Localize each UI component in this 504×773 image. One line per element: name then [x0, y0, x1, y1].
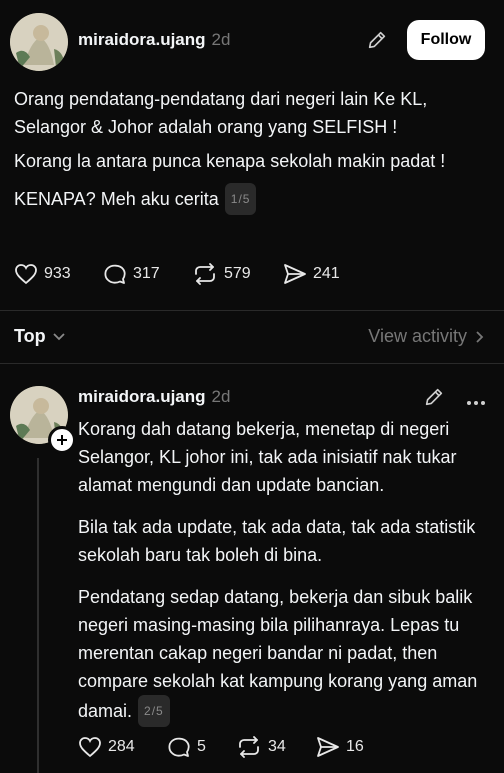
post-paragraph: Korang la antara punca kenapa sekolah ma…: [14, 151, 446, 171]
reply-header: miraidora.ujang 2d: [78, 387, 230, 407]
chevron-right-icon: [476, 330, 484, 343]
thread-line: [37, 458, 39, 773]
share-count: 241: [313, 265, 340, 282]
reply-count: 5: [197, 738, 206, 755]
thread-position-badge: 1/5: [224, 183, 257, 215]
ellipsis-icon[interactable]: [466, 393, 486, 411]
pencil-icon[interactable]: [366, 29, 388, 56]
reply-paragraph: Bila tak ada update, tak ada data, tak a…: [78, 517, 476, 565]
repost-count: 34: [268, 738, 286, 755]
repost-count: 579: [224, 265, 251, 282]
pencil-icon[interactable]: [423, 386, 445, 413]
sort-dropdown[interactable]: Top: [14, 326, 66, 347]
post-paragraph: KENAPA? Meh aku cerita: [14, 189, 219, 209]
divider: [0, 363, 504, 364]
reply-body: Korang dah datang bekerja, menetap di ne…: [78, 415, 490, 727]
divider: [0, 310, 504, 311]
heart-icon: [79, 737, 101, 758]
timestamp: 2d: [211, 30, 231, 49]
username[interactable]: miraidora.ujang: [78, 30, 206, 49]
reply-timestamp: 2d: [211, 387, 231, 406]
share-button[interactable]: 241: [283, 263, 340, 285]
repost-button[interactable]: 579: [192, 263, 251, 285]
send-icon: [317, 737, 339, 757]
heart-icon: [15, 264, 37, 285]
like-count: 933: [44, 265, 71, 282]
sort-label: Top: [14, 326, 46, 346]
post-header: miraidora.ujang 2d: [78, 30, 230, 50]
reply-like-button[interactable]: 284: [78, 736, 135, 758]
reply-username[interactable]: miraidora.ujang: [78, 387, 206, 406]
like-button[interactable]: 933: [14, 263, 71, 285]
send-icon: [284, 264, 306, 284]
reply-count: 317: [133, 265, 160, 282]
like-count: 284: [108, 738, 135, 755]
speech-bubble-icon: [104, 264, 126, 284]
repost-icon: [239, 736, 259, 758]
reply-paragraph: Korang dah datang bekerja, menetap di ne…: [78, 419, 457, 495]
share-count: 16: [346, 738, 364, 755]
view-activity-label: View activity: [368, 326, 467, 346]
avatar[interactable]: [10, 13, 68, 71]
thread-position-badge: 2/5: [138, 695, 170, 727]
reply-button[interactable]: 317: [103, 263, 160, 285]
post-body: Orang pendatang-pendatang dari negeri la…: [14, 85, 484, 215]
post-paragraph: Orang pendatang-pendatang dari negeri la…: [14, 89, 428, 137]
reply-repost-button[interactable]: 34: [236, 736, 286, 758]
reply-share-button[interactable]: 16: [316, 736, 364, 758]
follow-button[interactable]: Follow: [407, 20, 485, 60]
chevron-down-icon: [53, 332, 65, 340]
speech-bubble-icon: [168, 737, 190, 757]
view-activity-link[interactable]: View activity: [368, 326, 484, 347]
plus-icon[interactable]: [48, 426, 76, 454]
reply-reply-button[interactable]: 5: [167, 736, 206, 758]
repost-icon: [195, 263, 215, 285]
